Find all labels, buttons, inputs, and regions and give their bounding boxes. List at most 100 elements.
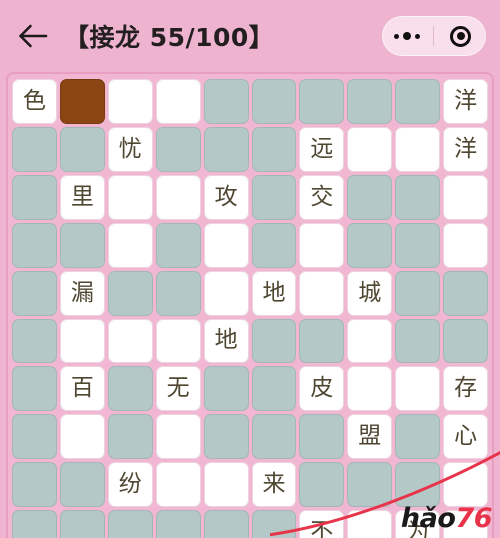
grid-cell[interactable]: 远 — [299, 126, 345, 172]
grid-cell-text: 存 — [454, 375, 478, 402]
grid-cell[interactable] — [347, 318, 393, 364]
grid-cell — [107, 366, 153, 412]
grid-cell[interactable]: 百 — [59, 366, 105, 412]
grid-cell-text: 忧 — [118, 135, 142, 162]
grid-cell — [299, 318, 345, 364]
grid-cell[interactable] — [59, 414, 105, 460]
grid-cell[interactable] — [347, 126, 393, 172]
grid-cell[interactable]: 纷 — [107, 462, 153, 508]
grid-cell — [347, 174, 393, 220]
grid-cell[interactable] — [443, 174, 489, 220]
grid-cell — [251, 174, 297, 220]
grid-cell — [395, 318, 441, 364]
grid-cell-text: 百 — [70, 375, 94, 402]
grid-cell — [107, 270, 153, 316]
grid-cell — [395, 222, 441, 268]
grid-cell-text: 里 — [70, 183, 94, 210]
grid-cell[interactable]: 地 — [203, 318, 249, 364]
grid-cell[interactable]: 色 — [12, 79, 57, 124]
grid-cell[interactable] — [107, 174, 153, 220]
grid-cell-text: 心 — [454, 423, 478, 450]
grid-cell[interactable] — [155, 79, 201, 124]
grid-cell — [251, 414, 297, 460]
grid-cell — [395, 414, 441, 460]
grid-cell[interactable] — [155, 174, 201, 220]
grid-cell[interactable]: 不 — [299, 510, 345, 538]
grid-cell[interactable] — [395, 366, 441, 412]
grid-cell — [395, 174, 441, 220]
back-arrow-icon[interactable] — [16, 19, 50, 53]
grid-cell-text: 攻 — [214, 183, 238, 210]
grid-cell[interactable] — [59, 318, 105, 364]
grid-cell[interactable]: 为 — [395, 510, 441, 538]
grid-cell — [395, 270, 441, 316]
grid-cell-text: 洋 — [454, 87, 478, 114]
target-circle-icon[interactable] — [439, 17, 483, 55]
grid-cell[interactable] — [347, 366, 393, 412]
grid-cell[interactable]: 城 — [347, 270, 393, 316]
grid-cell-text: 纷 — [118, 471, 142, 498]
grid-cell — [12, 318, 57, 364]
grid-cell-text: 洋 — [454, 135, 478, 162]
grid-cell[interactable]: 无 — [155, 366, 201, 412]
grid-cell[interactable] — [443, 510, 489, 538]
grid-cell — [251, 79, 297, 124]
grid-cell[interactable]: 来 — [251, 462, 297, 508]
grid-cell[interactable] — [107, 222, 153, 268]
grid-cell — [299, 414, 345, 460]
grid-cell-text: 地 — [214, 327, 238, 354]
grid-cell — [299, 462, 345, 508]
grid-cell[interactable] — [299, 222, 345, 268]
grid-cell[interactable] — [203, 222, 249, 268]
grid-cell — [251, 366, 297, 412]
grid-cell-text: 色 — [22, 87, 46, 114]
grid-cell[interactable] — [107, 79, 153, 124]
grid-cell[interactable]: 地 — [251, 270, 297, 316]
grid-cell[interactable]: 洋 — [443, 79, 489, 124]
grid-cell[interactable]: 交 — [299, 174, 345, 220]
grid-cell[interactable]: 里 — [59, 174, 105, 220]
grid-cell[interactable] — [203, 270, 249, 316]
mini-program-screen: 【接龙 55/100】 色洋忧远洋里攻交漏地城地百无皮存盟心纷来不为 hǎo76 — [0, 0, 500, 538]
grid-cell-text: 皮 — [310, 375, 334, 402]
grid-cell[interactable]: 盟 — [347, 414, 393, 460]
grid-cell — [12, 414, 57, 460]
grid-cell — [203, 126, 249, 172]
grid-cell[interactable] — [155, 318, 201, 364]
more-dots-icon[interactable] — [385, 17, 429, 55]
grid-cell[interactable]: 皮 — [299, 366, 345, 412]
grid-cell — [395, 79, 441, 124]
grid-cell — [347, 222, 393, 268]
grid-cell — [12, 366, 57, 412]
grid-cell — [395, 462, 441, 508]
grid-cell-text: 城 — [358, 279, 382, 306]
wechat-capsule-bar — [382, 16, 486, 56]
grid-cell[interactable] — [107, 318, 153, 364]
grid-cell[interactable] — [299, 270, 345, 316]
grid-cell[interactable] — [155, 414, 201, 460]
grid-cell — [347, 79, 393, 124]
grid-cell[interactable]: 存 — [443, 366, 489, 412]
grid-cell-text: 盟 — [358, 423, 382, 450]
grid-cell — [203, 79, 249, 124]
page-title: 【接龙 55/100】 — [64, 23, 275, 52]
grid-cell — [251, 126, 297, 172]
grid-cell — [155, 222, 201, 268]
grid-cell[interactable]: 攻 — [203, 174, 249, 220]
grid-cell[interactable] — [59, 79, 105, 124]
grid-cell[interactable] — [443, 462, 489, 508]
grid-cell[interactable] — [395, 126, 441, 172]
grid-cell-text: 来 — [262, 471, 286, 498]
grid-cell[interactable] — [155, 462, 201, 508]
grid-cell[interactable]: 心 — [443, 414, 489, 460]
grid-cell[interactable]: 漏 — [59, 270, 105, 316]
capsule-divider — [433, 26, 435, 46]
grid-cell — [347, 462, 393, 508]
grid-cell[interactable] — [443, 222, 489, 268]
grid-cell[interactable]: 忧 — [107, 126, 153, 172]
grid-cell[interactable]: 洋 — [443, 126, 489, 172]
grid-cell — [251, 222, 297, 268]
grid-cell[interactable] — [347, 510, 393, 538]
grid-cell-text: 交 — [310, 183, 334, 210]
grid-cell[interactable] — [203, 462, 249, 508]
